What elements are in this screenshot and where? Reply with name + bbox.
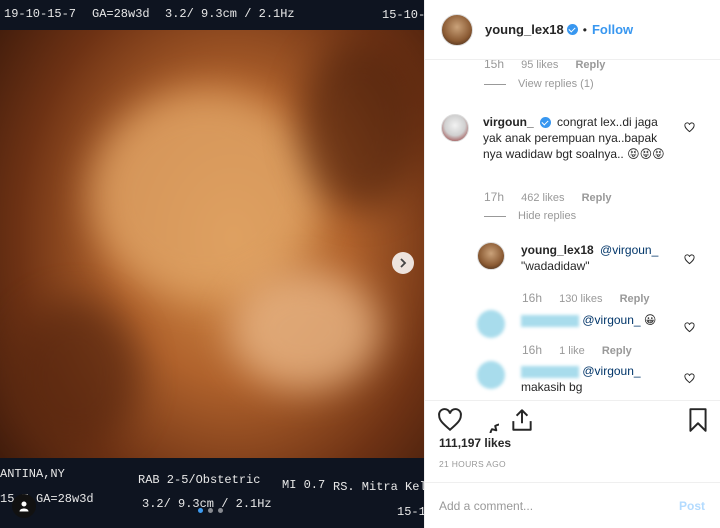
comment-username[interactable]: young_lex18 <box>521 243 594 257</box>
reply-button[interactable]: Reply <box>602 345 632 357</box>
mention-link[interactable]: @virgoun_ <box>600 243 658 257</box>
comment-meta: 16h 130 likes Reply <box>522 291 664 305</box>
likes-count[interactable]: 111,197 likes <box>439 436 511 450</box>
carousel-dot <box>218 508 223 513</box>
comment-meta: 17h 462 likes Reply <box>484 190 626 204</box>
scan-highlight <box>90 90 320 300</box>
comment-text: @virgoun_ 😀 <box>521 310 687 338</box>
mention-link[interactable]: @virgoun_ <box>582 364 640 378</box>
comment-time: 15h <box>484 60 505 71</box>
reply-comment: @virgoun_ 😀 <box>477 310 687 338</box>
comment-text: young_lex18 @virgoun_ "wadadidaw" <box>521 242 687 274</box>
comment-time: 16h <box>522 343 543 357</box>
comment-meta: 15h 95 likes Reply <box>484 60 619 71</box>
view-replies-button[interactable]: View replies (1) <box>484 78 594 90</box>
divider-line <box>484 215 506 217</box>
scan-shadow <box>300 40 420 210</box>
reply-button[interactable]: Reply <box>582 192 612 204</box>
scan-hospital: RS. Mitra Kelu <box>333 480 424 494</box>
comment-likes[interactable]: 130 likes <box>559 293 602 305</box>
post-timestamp[interactable]: 21 HOURS AGO <box>439 459 506 469</box>
comment-likes[interactable]: 1 like <box>559 345 585 357</box>
comment-icon[interactable] <box>473 407 512 446</box>
scan-shadow <box>10 300 140 450</box>
comment-body: 😀 <box>643 313 657 327</box>
avatar[interactable] <box>441 13 473 46</box>
verified-badge-icon <box>539 117 551 129</box>
header-username[interactable]: young_lex18 <box>485 22 564 37</box>
mention-link[interactable]: @virgoun_ <box>582 313 640 327</box>
verified-badge-icon <box>566 24 578 35</box>
comment-time: 17h <box>484 190 505 204</box>
header-separator: • <box>582 22 587 37</box>
follow-button[interactable]: Follow <box>592 22 633 37</box>
view-replies-label: View replies (1) <box>518 78 594 90</box>
scan-top-date: 15-10- <box>382 8 424 22</box>
scan-highlight <box>230 270 380 390</box>
avatar[interactable] <box>477 361 505 389</box>
comment: virgoun_ congrat lex..di jaga yak anak p… <box>441 114 691 162</box>
like-comment-heart-icon[interactable] <box>684 320 695 333</box>
comment-text: virgoun_ congrat lex..di jaga yak anak p… <box>483 114 677 162</box>
scan-top-freq: 3.2/ 9.3cm / 2.1Hz <box>165 7 295 21</box>
divider-line <box>484 83 506 85</box>
avatar[interactable] <box>477 310 505 338</box>
post-sidebar: young_lex18 • Follow 15h 95 likes Reply … <box>424 0 720 528</box>
bookmark-icon[interactable] <box>685 407 711 433</box>
avatar[interactable] <box>441 114 469 142</box>
reply-button[interactable]: Reply <box>620 293 650 305</box>
share-icon[interactable] <box>509 407 535 433</box>
chevron-right-icon[interactable] <box>392 252 414 274</box>
post-media[interactable]: 19-10-15-7 GA=28w3d 3.2/ 9.3cm / 2.1Hz 1… <box>0 0 424 528</box>
comment-box: Post <box>425 482 720 528</box>
comment-username-redacted[interactable] <box>521 314 579 327</box>
comment-body: "wadadidaw" <box>521 259 590 273</box>
comment-input[interactable] <box>439 498 679 513</box>
user-tag-icon[interactable] <box>12 494 36 518</box>
hide-replies-button[interactable]: Hide replies <box>484 210 576 222</box>
comment-username-redacted[interactable] <box>521 365 579 378</box>
comment-meta: 16h 1 like Reply <box>522 343 646 357</box>
reply-button[interactable]: Reply <box>575 60 605 71</box>
scan-bottom-date: 15-10 <box>397 505 424 519</box>
post-header: young_lex18 • Follow <box>425 0 720 60</box>
carousel-dot <box>198 508 203 513</box>
scan-top-ga: GA=28w3d <box>92 7 150 21</box>
like-comment-heart-icon[interactable] <box>684 371 695 384</box>
carousel-dots <box>198 508 223 513</box>
reply-comment: young_lex18 @virgoun_ "wadadidaw" <box>477 242 687 274</box>
comment-likes[interactable]: 95 likes <box>521 60 558 71</box>
reply-comment: @virgoun_ makasih bg <box>477 361 687 395</box>
comment-username[interactable]: virgoun_ <box>483 115 534 129</box>
hide-replies-label: Hide replies <box>518 210 577 222</box>
comment-body: makasih bg <box>521 380 583 394</box>
scan-top-id: 19-10-15-7 <box>4 7 77 21</box>
scan-location: ANTINA,NY <box>0 467 65 481</box>
post-button[interactable]: Post <box>679 499 705 513</box>
scan-mi: MI 0.7 <box>282 478 326 492</box>
like-comment-heart-icon[interactable] <box>684 252 695 265</box>
avatar[interactable] <box>477 242 505 270</box>
action-bar <box>425 400 720 446</box>
carousel-dot <box>208 508 213 513</box>
like-comment-heart-icon[interactable] <box>684 120 695 133</box>
heart-icon[interactable] <box>437 407 463 433</box>
scan-rab: RAB 2-5/Obstetric <box>138 473 261 487</box>
comment-text: @virgoun_ makasih bg <box>521 361 687 395</box>
comment-likes[interactable]: 462 likes <box>521 192 564 204</box>
comments-list: 15h 95 likes Reply View replies (1) virg… <box>425 60 720 400</box>
comment-time: 16h <box>522 291 543 305</box>
